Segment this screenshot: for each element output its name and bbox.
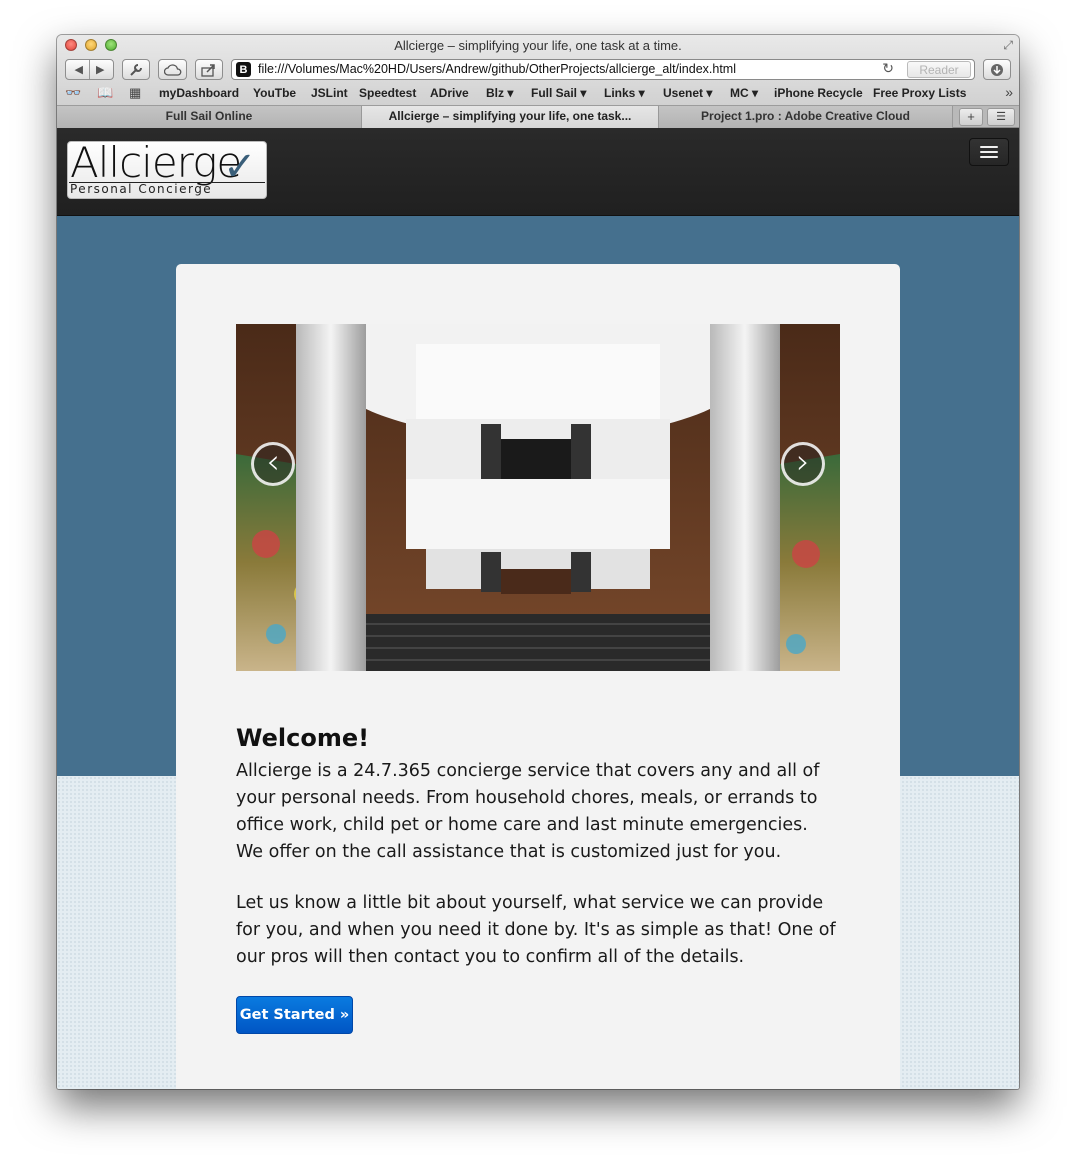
bookmark-item[interactable]: iPhone Recycle [774, 86, 863, 100]
image-carousel: ‹ › [236, 324, 840, 671]
reload-icon[interactable]: ↻ [882, 61, 894, 77]
bookmarks-bar: 👓 📖 ▦ myDashboard YouTbe JSLint Speedtes… [57, 83, 1019, 103]
bookmark-item[interactable]: Speedtest [359, 86, 416, 100]
allcierge-logo[interactable]: Allcierge ✓ Personal Concierge [67, 141, 267, 199]
url-text[interactable]: file:///Volumes/Mac%20HD/Users/Andrew/gi… [258, 62, 736, 76]
toolbar: ◀ ▶ B file:///Volumes/Mac%20HD/Users/And… [57, 57, 1019, 83]
tools-button[interactable] [122, 59, 150, 80]
bookmark-item[interactable]: Blz ▾ [486, 86, 513, 100]
tab-adobe-creative-cloud[interactable]: Project 1.pro : Adobe Creative Cloud [659, 106, 953, 128]
welcome-heading: Welcome! [236, 724, 370, 752]
main-content-card: ‹ › Welcome! Allcierge is a 24.7.365 con… [176, 264, 900, 1089]
bookmark-item[interactable]: YouTbe [253, 86, 296, 100]
window-title: Allcierge – simplifying your life, one t… [394, 38, 682, 53]
browser-window: Allcierge – simplifying your life, one t… [57, 35, 1019, 1089]
bookmark-item[interactable]: Links ▾ [604, 86, 645, 100]
logo-tagline: Personal Concierge [69, 182, 265, 196]
downloads-button[interactable] [983, 59, 1011, 80]
top-sites-grid-icon[interactable]: ▦ [129, 85, 141, 101]
menu-bar [980, 156, 998, 158]
fullscreen-icon[interactable]: ⤢ [1003, 38, 1013, 53]
carousel-photo-atrium [236, 324, 840, 671]
carousel-prev-button[interactable]: ‹ [251, 442, 295, 486]
webpage-viewport: Allcierge ✓ Personal Concierge ‹ › Welco… [57, 128, 1019, 1089]
back-arrow-icon[interactable]: ◀ [75, 63, 83, 76]
site-favicon-icon: B [236, 62, 251, 77]
bookmark-item[interactable]: Usenet ▾ [663, 86, 712, 100]
reader-button[interactable]: Reader [907, 61, 971, 78]
menu-bar [980, 146, 998, 148]
welcome-paragraph-intro: Allcierge is a 24.7.365 concierge servic… [236, 761, 820, 862]
bookmark-item[interactable]: Free Proxy Lists [873, 86, 966, 100]
bookmark-item[interactable]: MC ▾ [730, 86, 758, 100]
download-icon [991, 63, 1003, 76]
get-started-button[interactable]: Get Started » [236, 996, 353, 1034]
share-icon [201, 63, 215, 77]
bookmark-item[interactable]: Full Sail ▾ [531, 86, 586, 100]
tab-full-sail-online[interactable]: Full Sail Online [57, 106, 362, 128]
icloud-tabs-button[interactable] [158, 59, 187, 80]
browser-chrome: Allcierge – simplifying your life, one t… [57, 35, 1019, 128]
tab-allcierge[interactable]: Allcierge – simplifying your life, one t… [362, 106, 659, 128]
new-tab-plus-icon[interactable]: + [959, 108, 983, 126]
bookmark-item[interactable]: JSLint [311, 86, 348, 100]
logo-wordmark: Allcierge [70, 141, 242, 187]
carousel-next-button[interactable]: › [781, 442, 825, 486]
wrench-icon [130, 63, 142, 76]
forward-arrow-icon[interactable]: ▶ [96, 63, 104, 76]
tab-bar: Full Sail Online Allcierge – simplifying… [57, 105, 1019, 128]
share-button[interactable] [195, 59, 223, 80]
address-bar[interactable]: B file:///Volumes/Mac%20HD/Users/Andrew/… [231, 59, 975, 80]
cloud-icon [163, 63, 181, 76]
bookmark-item[interactable]: myDashboard [159, 86, 239, 100]
menu-bar [980, 151, 998, 153]
bookmark-item[interactable]: ADrive [430, 86, 469, 100]
tab-view-icon[interactable]: ☰ [987, 108, 1015, 126]
bookmarks-book-icon[interactable]: 📖 [97, 85, 113, 101]
reading-list-icon[interactable]: 👓 [65, 85, 81, 101]
bookmarks-overflow-icon[interactable]: » [1005, 84, 1013, 100]
site-navbar: Allcierge ✓ Personal Concierge [57, 128, 1019, 216]
welcome-paragraph-cta: Let us know a little bit about yourself,… [236, 893, 836, 967]
back-forward-buttons: ◀ ▶ [65, 59, 114, 80]
title-bar: Allcierge – simplifying your life, one t… [57, 35, 1019, 57]
hamburger-menu-button[interactable] [969, 138, 1009, 166]
